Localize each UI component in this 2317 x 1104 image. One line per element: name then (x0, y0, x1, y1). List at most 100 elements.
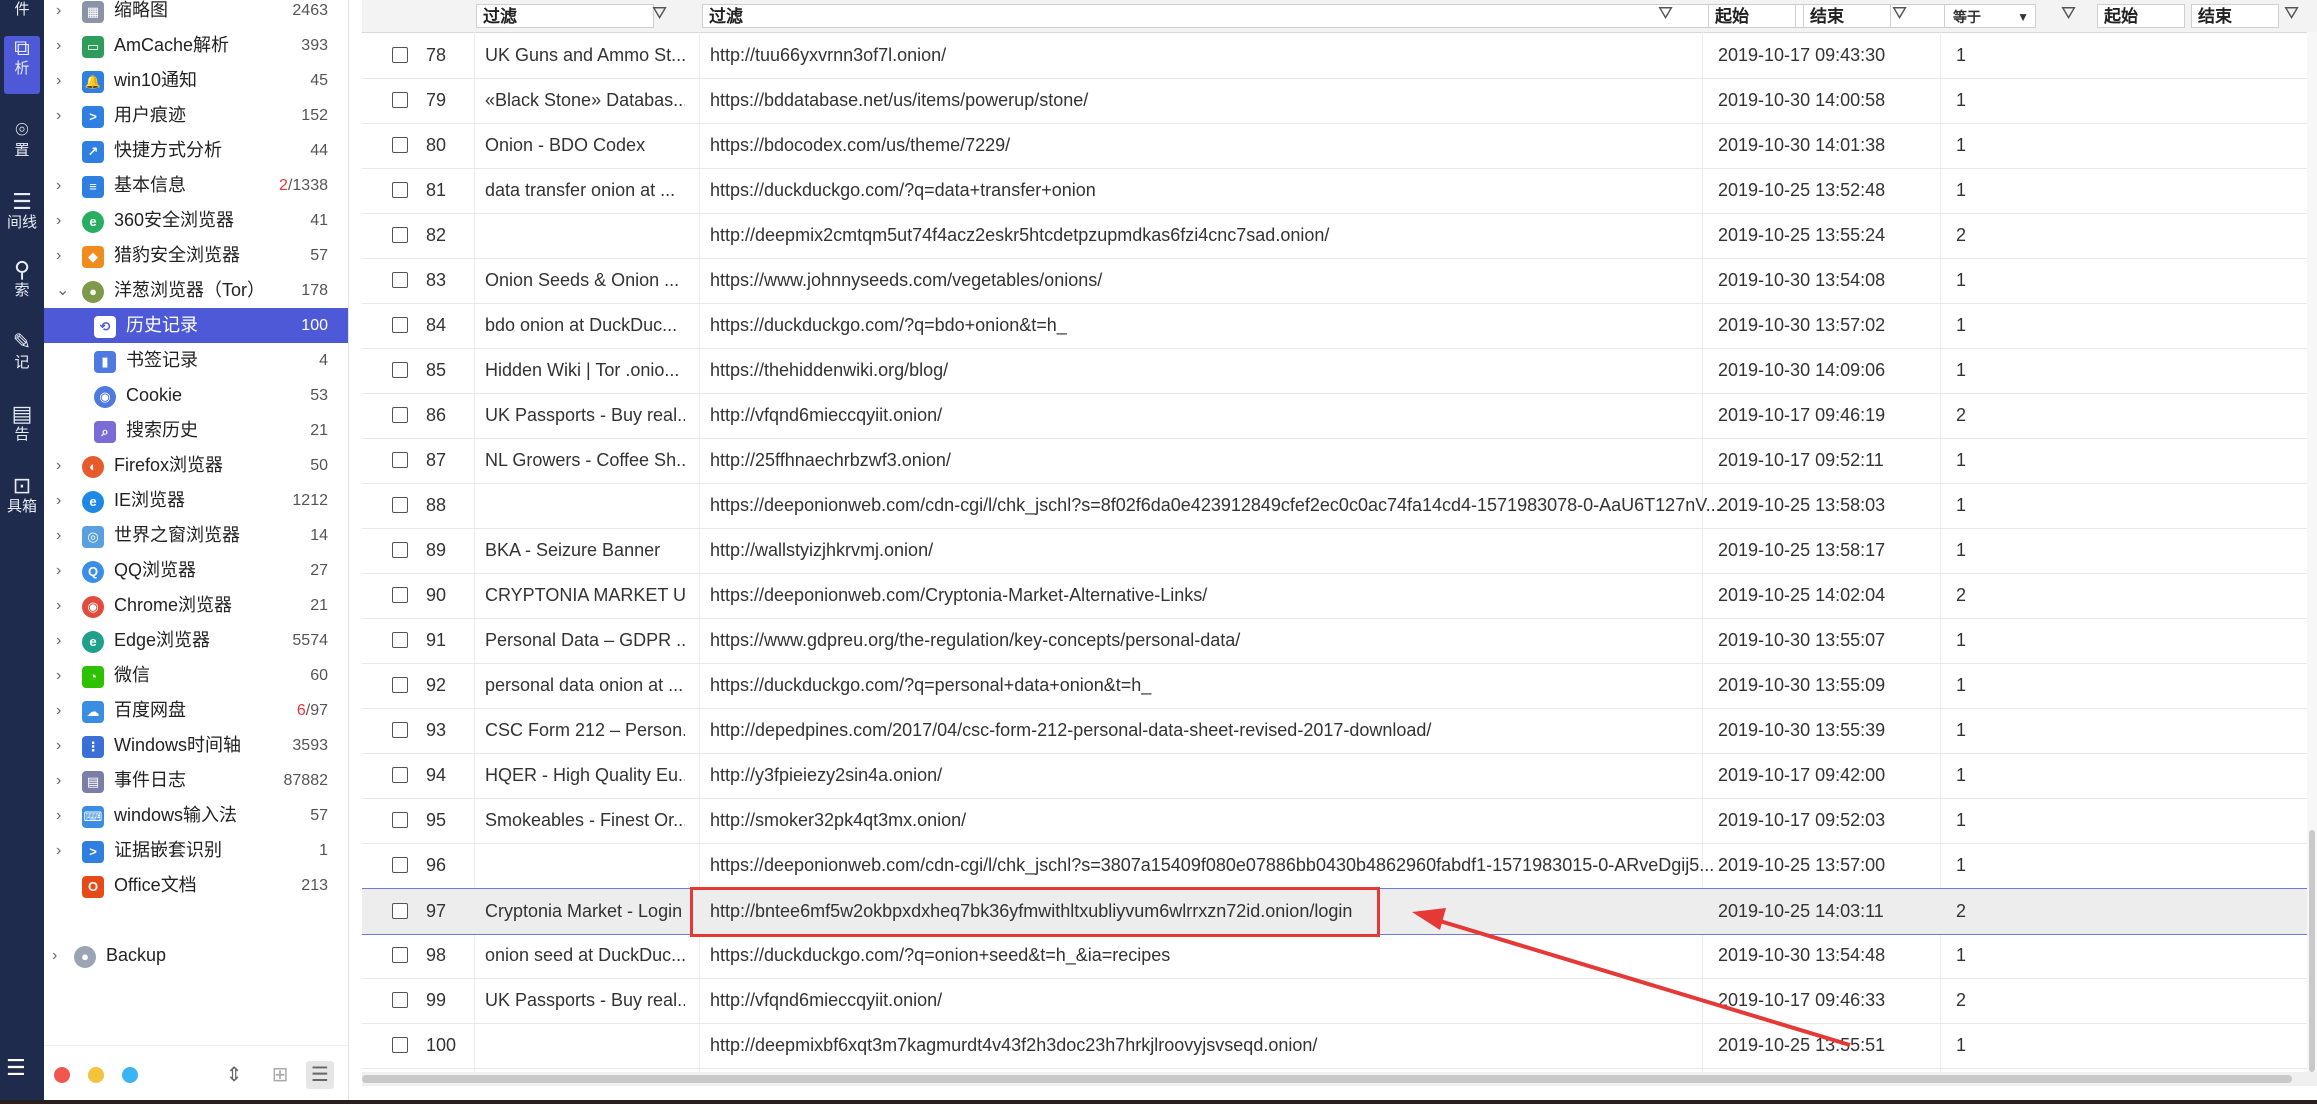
chevron-right-icon[interactable]: › (56, 763, 68, 798)
row-checkbox[interactable] (392, 362, 408, 378)
chevron-right-icon[interactable]: › (56, 0, 68, 28)
chevron-right-icon[interactable]: › (56, 168, 68, 203)
chevron-right-icon[interactable]: › (56, 28, 68, 63)
scrollbar-thumb[interactable] (362, 1075, 2292, 1083)
tree-item-tor-history[interactable]: ⟲ 历史记录 100 (44, 308, 348, 343)
table-row[interactable]: 90 CRYPTONIA MARKET U... https://deeponion… (362, 573, 2317, 619)
row-checkbox[interactable] (392, 47, 408, 63)
tree-item-basic-info[interactable]: › ≡ 基本信息 2/1338 (44, 168, 348, 203)
rail-item-toolbox[interactable]: ⊡ 具箱 (0, 474, 44, 516)
row-checkbox[interactable] (392, 677, 408, 693)
table-row[interactable]: 78 UK Guns and Ammo St... http://tuu66yxvr… (362, 33, 2317, 79)
chevron-right-icon[interactable]: › (56, 448, 68, 483)
row-checkbox[interactable] (392, 632, 408, 648)
tree-item-cheetah-browser[interactable]: › ◆ 猎豹安全浏览器 57 (44, 238, 348, 273)
date-start-input[interactable]: 起始 (1708, 4, 1796, 28)
tree-item-office-docs[interactable]: O Office文档 213 (44, 868, 348, 903)
table-row[interactable]: 85 Hidden Wiki | Tor .onio... https://theh… (362, 348, 2317, 394)
rail-item-report[interactable]: ▤ 告 (0, 402, 44, 444)
chevron-right-icon[interactable]: › (56, 518, 68, 553)
chevron-right-icon[interactable]: › (56, 98, 68, 133)
filter-icon[interactable]: ⛛ (1658, 3, 1673, 24)
tree-item-evidence-nesting[interactable]: › > 证据嵌套识别 1 (44, 833, 348, 868)
tree-item-ie[interactable]: › e IE浏览器 1212 (44, 483, 348, 518)
table-row[interactable]: 88 https://deeponionweb.com/cdn-cgi/l/chk… (362, 483, 2317, 529)
tree-item-amcache[interactable]: › ▭ AmCache解析 393 (44, 28, 348, 63)
filter-icon[interactable]: ⛛ (2284, 3, 2299, 24)
tree-item-tor-browser[interactable]: ⌄ ● 洋葱浏览器（Tor） 178 (44, 273, 348, 308)
tree-item-event-log[interactable]: › ▤ 事件日志 87882 (44, 763, 348, 798)
list-view-icon[interactable]: ☰ (306, 1061, 334, 1089)
row-checkbox[interactable] (392, 857, 408, 873)
table-row[interactable]: 93 CSC Form 212 – Person... http://depedpi… (362, 708, 2317, 754)
row-checkbox[interactable] (392, 1037, 408, 1053)
row-checkbox[interactable] (392, 497, 408, 513)
chevron-right-icon[interactable]: › (52, 938, 64, 973)
rail-item-timeline[interactable]: ☰ 间线 (0, 190, 44, 232)
row-checkbox[interactable] (392, 767, 408, 783)
table-row[interactable]: 80 Onion - BDO Codex https://bdocodex.com/… (362, 123, 2317, 169)
row-checkbox[interactable] (392, 992, 408, 1008)
tree-item-windows-ime[interactable]: › ⌨ windows输入法 57 (44, 798, 348, 833)
collapse-all-icon[interactable]: ⇕ (220, 1061, 248, 1089)
scrollbar-thumb[interactable] (2309, 830, 2315, 1072)
rail-item-notes[interactable]: ✎ 记 (0, 330, 44, 372)
red-dot-icon[interactable] (54, 1067, 70, 1083)
row-checkbox[interactable] (392, 452, 408, 468)
tree-item-windows-timeline[interactable]: › ⋮ Windows时间轴 3593 (44, 728, 348, 763)
table-row[interactable]: 83 Onion Seeds & Onion ... https://www.joh… (362, 258, 2317, 304)
count-start-input[interactable]: 起始 (2097, 4, 2185, 28)
row-checkbox[interactable] (392, 903, 408, 919)
grid-view-icon[interactable]: ⊞ (266, 1061, 294, 1089)
tree-item-qq-browser[interactable]: › Q QQ浏览器 27 (44, 553, 348, 588)
table-row[interactable]: 96 https://deeponionweb.com/cdn-cgi/l/chk… (362, 843, 2317, 889)
row-checkbox[interactable] (392, 947, 408, 963)
rail-item-search[interactable]: ⚲ 索 (0, 258, 44, 300)
row-checkbox[interactable] (392, 317, 408, 333)
row-checkbox[interactable] (392, 812, 408, 828)
table-row[interactable]: 95 Smokeables - Finest Or... http://smoker… (362, 798, 2317, 844)
table-row[interactable]: 100 http://deepmixbf6xqt3m7kagmurdt4v43f2… (362, 1023, 2317, 1069)
tree-item-theworld[interactable]: › ◎ 世界之窗浏览器 14 (44, 518, 348, 553)
chevron-right-icon[interactable]: › (56, 203, 68, 238)
chevron-right-icon[interactable]: › (56, 833, 68, 868)
count-operator-select[interactable]: 等于 ▼ (1944, 4, 2036, 28)
menu-icon[interactable]: ☰ (6, 1055, 26, 1081)
table-row[interactable]: 89 BKA - Seizure Banner http://wallstyizjh… (362, 528, 2317, 574)
tree-item-backup[interactable]: › ● Backup (44, 938, 348, 973)
tree-item-win10-notify[interactable]: › 🔔 win10通知 45 (44, 63, 348, 98)
tree-item-360-browser[interactable]: › e 360安全浏览器 41 (44, 203, 348, 238)
filter-icon[interactable]: ⛛ (652, 3, 667, 24)
table-row[interactable]: 79 «Black Stone» Databas... https://bddata… (362, 78, 2317, 124)
table-row[interactable]: 99 UK Passports - Buy real... http://vfqnd… (362, 978, 2317, 1024)
table-row[interactable]: 87 NL Growers - Coffee Sh... http://25ffhn… (362, 438, 2317, 484)
tree-item-thumbnails[interactable]: › ▦ 缩略图 2463 (44, 0, 348, 28)
chevron-down-icon[interactable]: ⌄ (56, 273, 69, 308)
chevron-right-icon[interactable]: › (56, 483, 68, 518)
chevron-right-icon[interactable]: › (56, 63, 68, 98)
tree-item-edge[interactable]: › e Edge浏览器 5574 (44, 623, 348, 658)
row-checkbox[interactable] (392, 722, 408, 738)
tree-item-shortcuts[interactable]: ↗ 快捷方式分析 44 (44, 133, 348, 168)
blue-dot-icon[interactable] (122, 1067, 138, 1083)
chevron-right-icon[interactable]: › (56, 798, 68, 833)
table-row[interactable]: 91 Personal Data – GDPR ... https://www.gd… (362, 618, 2317, 664)
chevron-right-icon[interactable]: › (56, 553, 68, 588)
row-checkbox[interactable] (392, 182, 408, 198)
row-checkbox[interactable] (392, 587, 408, 603)
tree-item-baidu-pan[interactable]: › ☁ 百度网盘 6/97 (44, 693, 348, 728)
rail-label-files[interactable]: 件 (0, 0, 44, 20)
table-row[interactable]: 94 HQER - High Quality Eu... http://y3fpie… (362, 753, 2317, 799)
tree-item-firefox[interactable]: › ◐ Firefox浏览器 50 (44, 448, 348, 483)
chevron-right-icon[interactable]: › (56, 728, 68, 763)
chevron-right-icon[interactable]: › (56, 693, 68, 728)
table-row[interactable]: 81 data transfer onion at ... https://duck… (362, 168, 2317, 214)
row-checkbox[interactable] (392, 542, 408, 558)
tree-item-tor-bookmarks[interactable]: ▮ 书签记录 4 (44, 343, 348, 378)
row-checkbox[interactable] (392, 407, 408, 423)
tree-item-tor-cookie[interactable]: ◉ Cookie 53 (44, 378, 348, 413)
horizontal-scrollbar[interactable] (362, 1072, 2317, 1086)
chevron-right-icon[interactable]: › (56, 588, 68, 623)
tree-item-wechat[interactable]: › ◔ 微信 60 (44, 658, 348, 693)
chevron-right-icon[interactable]: › (56, 238, 68, 273)
